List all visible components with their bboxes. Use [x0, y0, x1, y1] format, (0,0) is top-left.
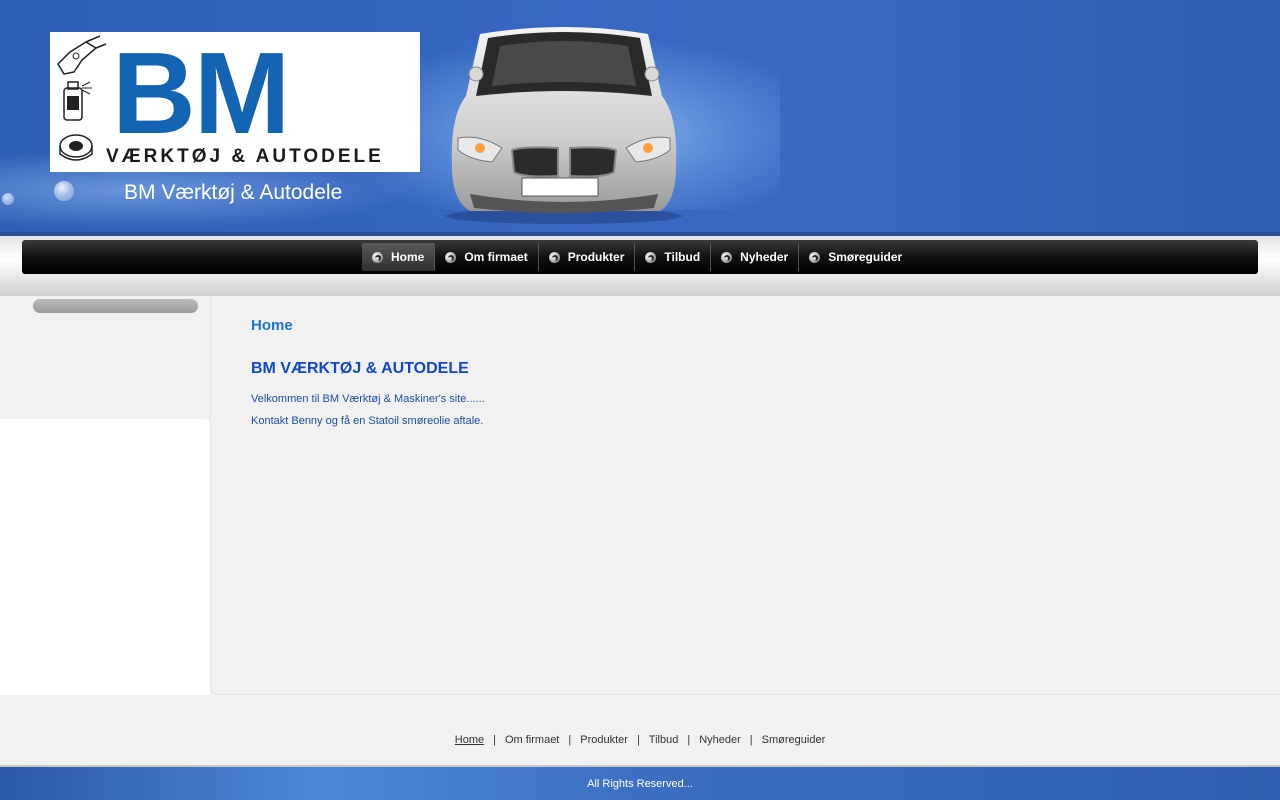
nav-item-label: Home	[391, 250, 425, 264]
logo-letters: BM	[112, 28, 290, 158]
nav-item-tilbud[interactable]: Tilbud	[635, 243, 712, 271]
nav-bullet-icon	[372, 251, 383, 263]
nav-bullet-icon	[548, 251, 560, 263]
nav-item-produkter[interactable]: Produkter	[539, 243, 636, 271]
nav-item-label: Om firmaet	[464, 250, 528, 264]
car-image	[446, 27, 682, 224]
bubble-decoration	[54, 181, 74, 201]
nav-item-label: Produkter	[567, 250, 625, 264]
site-name: BM Værktøj & Autodele	[124, 181, 343, 204]
footer-link-tilbud[interactable]: Tilbud	[640, 734, 688, 746]
copyright-text: All Rights Reserved...	[587, 778, 693, 790]
footer-link-om-firmaet[interactable]: Om firmaet	[496, 734, 568, 746]
nav-item-home[interactable]: Home	[362, 243, 436, 271]
nav-items: Home Om firmaet Produkter Tilbud Nyheder…	[362, 243, 912, 271]
nav-item-label: Nyheder	[740, 250, 789, 264]
nav-item-label: Smøreguider	[828, 250, 903, 264]
nav-item-om-firmaet[interactable]: Om firmaet	[435, 243, 539, 271]
nav-bullet-icon	[445, 251, 457, 263]
footer-link-produkter[interactable]: Produkter	[571, 734, 637, 746]
site-logo[interactable]: BM VÆRKTØJ & AUTODELE	[50, 32, 420, 172]
spray-can-icon	[63, 81, 92, 121]
footer-link-smoreguider[interactable]: Smøreguider	[753, 734, 835, 746]
main-content-area	[210, 296, 1280, 695]
content-heading: BM VÆRKTØJ & AUTODELE	[251, 360, 469, 377]
footer-nav: Home | Om firmaet | Produkter | Tilbud | Nyheder…	[0, 734, 1280, 746]
footer-link-nyheder[interactable]: Nyheder	[690, 734, 750, 746]
nav-item-label: Tilbud	[664, 250, 701, 264]
nav-bullet-icon	[645, 251, 657, 263]
nav-bullet-icon	[809, 251, 821, 263]
nav-item-smoreguider[interactable]: Smøreguider	[799, 243, 912, 271]
drill-icon	[57, 35, 107, 75]
logo-subtitle: VÆRKTØJ & AUTODELE	[106, 146, 384, 167]
contact-text: Kontakt Benny og få en Statoil smøreolie…	[251, 415, 484, 427]
page-title: Home	[251, 317, 293, 334]
sidebar-panel	[0, 419, 210, 695]
nav-bullet-icon	[721, 251, 733, 263]
welcome-text: Velkommen til BM Værktøj & Maskiner's si…	[251, 393, 485, 405]
footer-area	[0, 695, 1280, 765]
nav-item-nyheder[interactable]: Nyheder	[711, 243, 800, 271]
bubble-decoration-small	[2, 193, 14, 205]
nut-icon	[59, 134, 93, 161]
sidebar-header-bar	[33, 299, 198, 313]
footer-link-home[interactable]: Home	[446, 734, 493, 746]
